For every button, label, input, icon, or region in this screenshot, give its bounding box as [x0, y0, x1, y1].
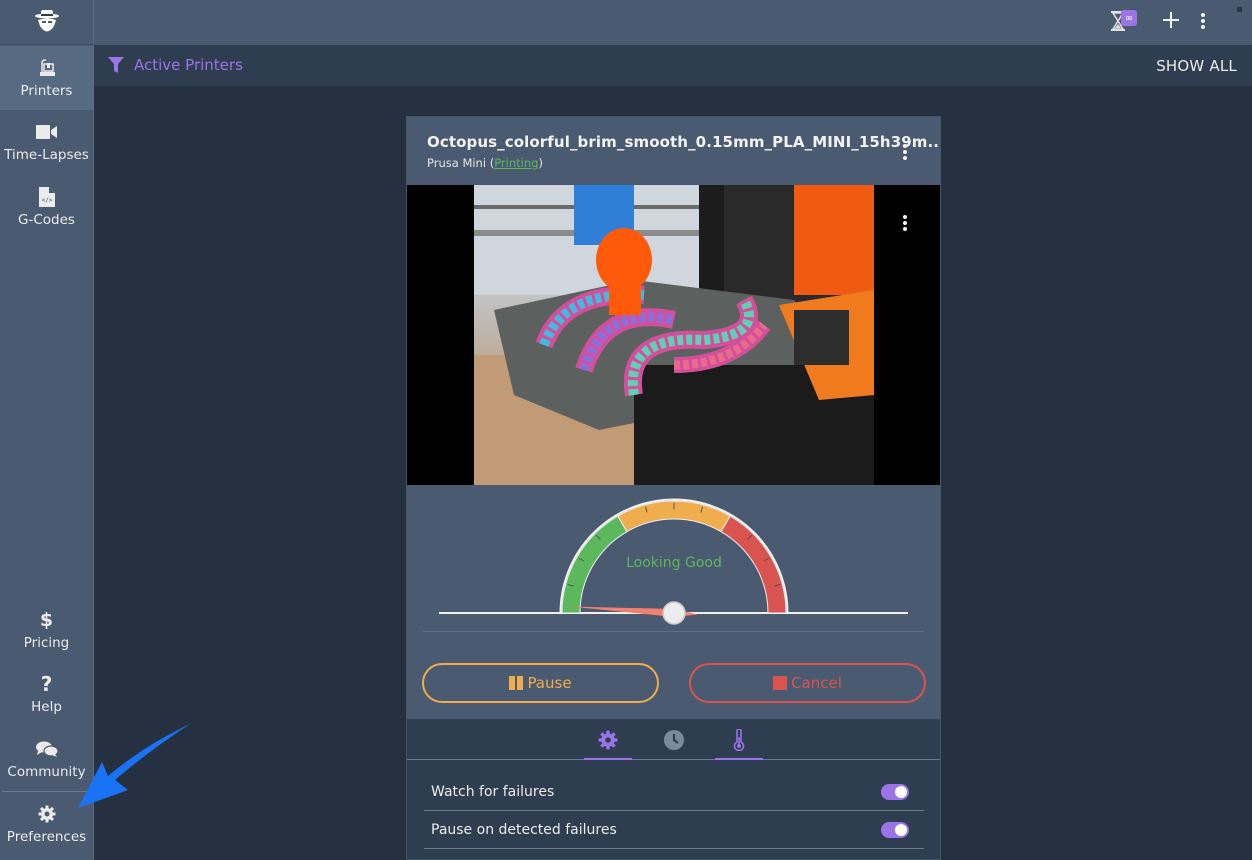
watch-for-failures-toggle[interactable]: [881, 783, 909, 800]
chat-bubbles-icon: [35, 738, 59, 760]
webcam-image: [474, 185, 874, 485]
pause-icon: [509, 676, 524, 690]
sidebar-item-label: Help: [31, 699, 62, 715]
svg-text:</>: </>: [41, 197, 52, 204]
gauge-needle-hub: [662, 601, 686, 625]
filter-funnel-icon: [108, 57, 124, 73]
plus-icon: [1163, 12, 1179, 28]
cancel-label: Cancel: [791, 674, 842, 692]
gauge-divider: [423, 631, 924, 632]
tab-settings[interactable]: [584, 719, 632, 760]
sidebar: Printers Time-Lapses </> G-Codes $ Prici…: [0, 0, 94, 860]
webcam-frame: [474, 185, 874, 485]
sidebar-item-time-lapses[interactable]: Time-Lapses: [0, 110, 93, 174]
stop-icon: [773, 676, 788, 690]
video-camera-icon: [35, 121, 58, 143]
sidebar-item-label: Printers: [20, 83, 73, 99]
kebab-menu-icon: [1201, 13, 1205, 17]
clock-icon: [664, 729, 684, 750]
filter-bar: Active Printers SHOW ALL: [94, 45, 1252, 86]
sidebar-item-label: G-Codes: [18, 212, 75, 228]
pause-on-failures-toggle[interactable]: [881, 821, 909, 838]
top-bar: ∞: [94, 0, 1252, 45]
failure-gauge-panel: Looking Good Pause Cancel: [407, 485, 940, 719]
tab-time-estimate[interactable]: [650, 719, 698, 760]
printer-status-line: Prusa Mini (Printing): [427, 156, 543, 170]
printer-card-header: Octopus_colorful_brim_smooth_0.15mm_PLA_…: [407, 117, 940, 185]
question-icon: ?: [40, 672, 53, 696]
setting-pause-on-failures: Pause on detected failures: [424, 811, 924, 849]
tab-temperature[interactable]: [715, 719, 763, 760]
print-credits-button[interactable]: ∞: [1111, 10, 1137, 31]
sidebar-item-label: Pricing: [23, 635, 70, 651]
setting-watch-for-failures: Watch for failures: [424, 773, 924, 811]
gauge-status-label: Looking Good: [626, 555, 722, 571]
printer-card-tabs: [407, 719, 940, 760]
printer-card-menu-button[interactable]: [903, 144, 907, 160]
pause-label: Pause: [527, 674, 572, 692]
dollar-icon: $: [39, 609, 54, 631]
printer-name: Prusa Mini (: [427, 156, 495, 170]
kebab-menu-icon: [903, 215, 907, 219]
sidebar-item-g-codes[interactable]: </> G-Codes: [0, 175, 93, 239]
spy-hat-logo-icon: [35, 10, 59, 32]
failure-detection-gauge: Looking Good: [439, 498, 908, 625]
sidebar-item-label: Preferences: [6, 829, 87, 845]
printer-card: Octopus_colorful_brim_smooth_0.15mm_PLA_…: [406, 116, 941, 860]
sidebar-item-community[interactable]: Community: [0, 727, 93, 791]
thermometer-icon: [733, 728, 745, 751]
sidebar-item-label: Community: [7, 764, 86, 780]
infinity-badge: ∞: [1121, 10, 1137, 26]
sidebar-item-label: Time-Lapses: [4, 147, 89, 163]
webcam-menu-button[interactable]: [903, 215, 907, 231]
printer-icon: [37, 57, 57, 79]
top-menu-button[interactable]: [1201, 13, 1205, 29]
code-file-icon: </>: [38, 186, 55, 208]
kebab-menu-icon: [903, 144, 907, 148]
app-logo[interactable]: [0, 0, 94, 45]
active-printers-filter[interactable]: Active Printers: [108, 56, 243, 74]
add-printer-button[interactable]: [1163, 12, 1179, 28]
setting-label: Pause on detected failures: [431, 821, 617, 838]
printer-status-link[interactable]: Printing: [494, 156, 538, 170]
show-all-button[interactable]: SHOW ALL: [1156, 57, 1237, 75]
sidebar-item-preferences[interactable]: Preferences: [0, 792, 93, 856]
filter-label: Active Printers: [134, 56, 243, 74]
pause-button[interactable]: Pause: [422, 663, 659, 703]
print-job-filename: Octopus_colorful_brim_smooth_0.15mm_PLA_…: [427, 133, 941, 151]
webcam-stream[interactable]: [407, 185, 940, 485]
gear-icon: [38, 803, 56, 825]
sidebar-item-printers[interactable]: Printers: [0, 46, 93, 110]
sidebar-item-pricing[interactable]: $ Pricing: [0, 598, 93, 662]
sidebar-item-help[interactable]: ? Help: [0, 662, 93, 726]
gear-icon: [598, 730, 618, 749]
printer-status-close: ): [538, 156, 543, 170]
window-corner-marker: [1237, 7, 1242, 12]
setting-label: Watch for failures: [431, 783, 555, 800]
cancel-button[interactable]: Cancel: [689, 663, 926, 703]
